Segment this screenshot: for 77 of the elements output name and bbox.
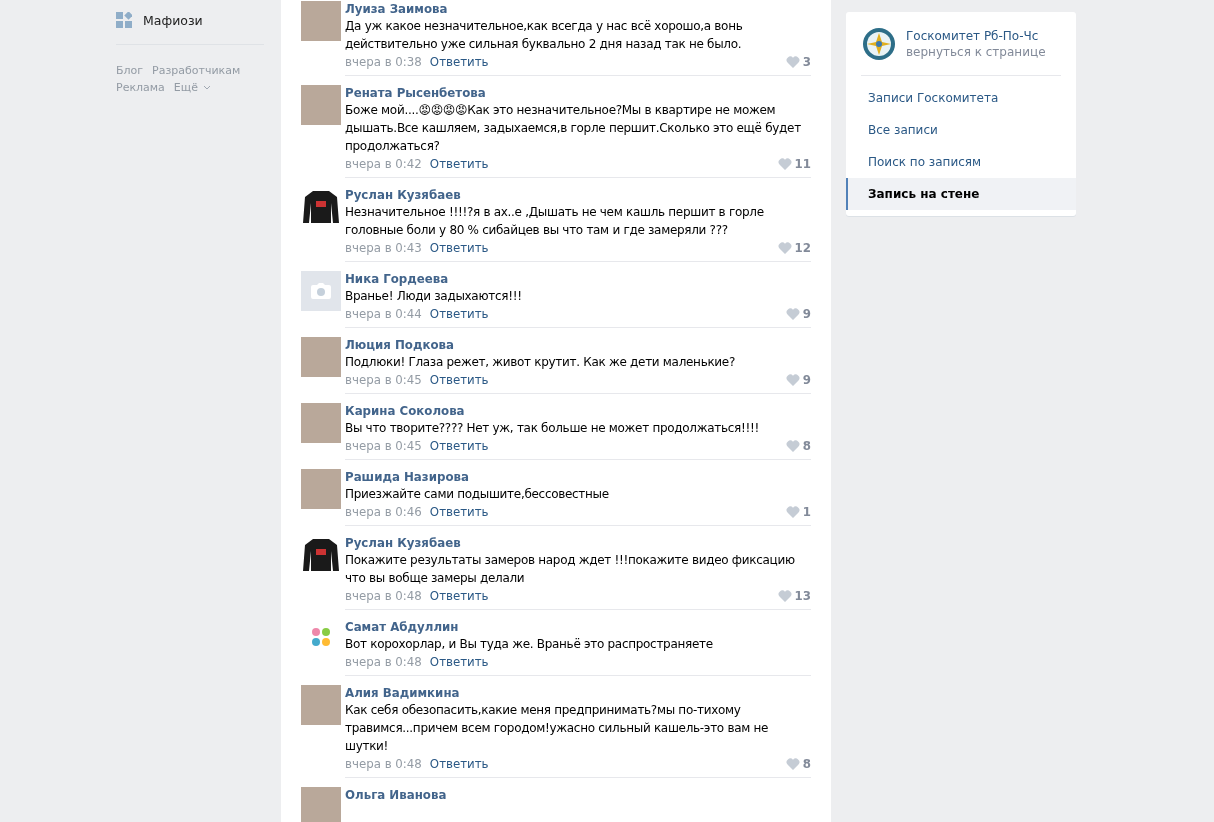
comment-text: Как себя обезопасить,какие меня предпринимать?мы по-тихому травимся...причем всем городом!ужасно сильный кашель-это вам не шутки!: [345, 702, 770, 755]
like-button[interactable]: 11: [777, 157, 811, 171]
heart-icon: [785, 308, 800, 320]
reply-link[interactable]: Ответить: [429, 589, 489, 603]
comment-time: вчера в 0:46: [345, 505, 422, 519]
comment-time: вчера в 0:48: [345, 589, 422, 603]
like-button[interactable]: 9: [785, 307, 811, 321]
caret-icon: [202, 85, 211, 90]
reply-link[interactable]: Ответить: [429, 157, 489, 171]
photo-placeholder[interactable]: [301, 1, 341, 41]
heart-icon: [785, 506, 800, 518]
author-name[interactable]: Луиза Заимова: [345, 1, 811, 17]
comment-text: Вранье! Люди задыхаются!!!: [345, 288, 523, 305]
like-button[interactable]: 1: [785, 505, 811, 519]
author-name[interactable]: Самат Абдуллин: [345, 619, 811, 635]
author-name[interactable]: Рената Рысенбетова: [345, 85, 811, 101]
comment-time: вчера в 0:38: [345, 55, 422, 69]
comment-time: вчера в 0:42: [345, 157, 422, 171]
like-button[interactable]: 8: [785, 439, 811, 453]
author-name[interactable]: Ника Гордеева: [345, 271, 811, 287]
like-button[interactable]: 13: [777, 589, 811, 603]
like-button[interactable]: 12: [777, 241, 811, 255]
emblem-icon[interactable]: [862, 27, 896, 61]
comment-time: вчера в 0:45: [345, 439, 422, 453]
author-name[interactable]: Ольга Иванова: [345, 787, 811, 803]
menu-item[interactable]: Запись на стене: [846, 178, 1076, 210]
photo-placeholder[interactable]: [301, 469, 341, 509]
photo-placeholder[interactable]: [301, 85, 341, 125]
community-name[interactable]: Госкомитет Рб-По-Чс: [906, 28, 1046, 44]
heart-icon: [785, 440, 800, 452]
comment-time: вчера в 0:45: [345, 373, 422, 387]
photo-placeholder[interactable]: [301, 685, 341, 725]
like-button[interactable]: 8: [785, 757, 811, 771]
comment-text: Вот корохорлар, и Вы туда же. Враньё это распространяете: [345, 636, 714, 653]
author-name[interactable]: Руслан Кузябаев: [345, 187, 811, 203]
photo-placeholder[interactable]: [301, 337, 341, 377]
author-name[interactable]: Люция Подкова: [345, 337, 811, 353]
author-name[interactable]: Руслан Кузябаев: [345, 535, 811, 551]
comment-text: Незначительное !!!!?я в ах..е ,Дышать не чем кашль першит в горле головные боли у 80 % сибайцев вы что там и где замеряли ???: [345, 204, 765, 239]
comment-time: вчера в 0:48: [345, 655, 422, 669]
author-name[interactable]: Карина Соколова: [345, 403, 811, 419]
reply-link[interactable]: Ответить: [429, 757, 489, 771]
photo-placeholder[interactable]: [301, 787, 341, 822]
reply-link[interactable]: Ответить: [429, 505, 489, 519]
comment-text: Да уж какое незначительное,как всегда у нас всё хорошо,а вонь действительно уже сильная буквально 2 дня назад так не было.: [345, 18, 744, 53]
heart-icon: [777, 158, 792, 170]
comment-text: Подлюки! Глаза режет, живот крутит. Как же дети маленькие?: [345, 354, 736, 371]
comment-time: вчера в 0:43: [345, 241, 422, 255]
heart-icon: [785, 56, 800, 68]
menu-item[interactable]: Все записи: [846, 114, 1076, 146]
reply-link[interactable]: Ответить: [429, 439, 489, 453]
back-link[interactable]: вернуться к странице: [906, 44, 1046, 60]
heart-icon: [785, 758, 800, 770]
menu-item[interactable]: Поиск по записям: [846, 146, 1076, 178]
photo-placeholder[interactable]: [301, 403, 341, 443]
author-name[interactable]: Рашида Назирова: [345, 469, 811, 485]
comment-text: Вы что творите???? Нет уж, так больше не может продолжаться!!!!: [345, 420, 760, 437]
reply-link[interactable]: Ответить: [429, 655, 489, 669]
reply-link[interactable]: Ответить: [429, 241, 489, 255]
comment-text: Покажите результаты замеров народ ждет !!!покажите видео фиксацию что вы вобще замеры делали: [345, 552, 796, 587]
comment-text: Приезжайте сами подышите,бессовестные: [345, 486, 610, 503]
reply-link[interactable]: Ответить: [429, 307, 489, 321]
reply-link[interactable]: Ответить: [429, 373, 489, 387]
like-button[interactable]: 9: [785, 373, 811, 387]
heart-icon: [777, 590, 792, 602]
menu-item[interactable]: Записи Госкомитета: [846, 82, 1076, 114]
comment-time: вчера в 0:48: [345, 757, 422, 771]
like-button[interactable]: 3: [785, 55, 811, 69]
author-name[interactable]: Алия Вадимкина: [345, 685, 811, 701]
apps-icon: [116, 12, 132, 28]
heart-icon: [785, 374, 800, 386]
heart-icon: [777, 242, 792, 254]
comment-text: Боже мой....😡😡😡😡Как это незначительное?Мы в квартире не можем дышать.Все кашляем, задыхаемся,в горле першит.Сколько это ещё будет продолжаться?: [345, 102, 802, 155]
camera-icon[interactable]: [301, 271, 341, 311]
sidebar-item[interactable]: Мафиози: [116, 12, 264, 28]
comment-time: вчера в 0:44: [345, 307, 422, 321]
reply-link[interactable]: Ответить: [429, 55, 489, 69]
